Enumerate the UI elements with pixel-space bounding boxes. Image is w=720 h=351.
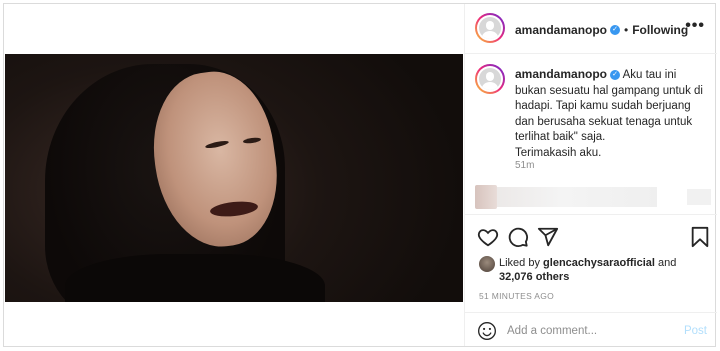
liker-avatar[interactable] <box>479 256 495 272</box>
post-card: amandamanopo ✓ • Following ••• amandamanopo… <box>3 3 717 347</box>
post-sidebar: amandamanopo ✓ • Following ••• amandamanopo… <box>464 4 717 346</box>
caption-text: amandamanopo ✓ Aku tau ini bukan sesuatu … <box>515 67 705 161</box>
more-icon[interactable]: ••• <box>685 18 705 34</box>
likes-count-line: 32,076 others <box>499 270 569 285</box>
following-button[interactable]: Following <box>632 23 688 37</box>
action-bar <box>465 214 717 254</box>
smiley-icon[interactable] <box>477 321 497 341</box>
caption-line: Terimakasih aku. <box>515 146 602 159</box>
likes-line: Liked by glencachysaraofficial and <box>499 256 676 271</box>
image-shoulder <box>65 254 325 302</box>
likes-count[interactable]: 32,076 others <box>499 271 569 283</box>
verified-icon: ✓ <box>610 24 621 35</box>
liker-username[interactable]: glencachysaraofficial <box>543 257 655 269</box>
post-button[interactable]: Post <box>684 325 707 337</box>
bookmark-icon[interactable] <box>689 226 711 248</box>
likes-prefix: Liked by <box>499 257 540 269</box>
verified-icon: ✓ <box>610 69 621 80</box>
comment-icon[interactable] <box>507 226 529 248</box>
heart-icon[interactable] <box>477 226 499 248</box>
caption-time: 51m <box>515 160 535 171</box>
header-meta: amandamanopo ✓ • Following <box>515 21 688 39</box>
caption-avatar[interactable] <box>475 64 505 94</box>
caption-block: amandamanopo ✓ Aku tau ini bukan sesuatu … <box>465 54 717 186</box>
post-image[interactable] <box>5 54 463 302</box>
posted-time[interactable]: 51 MINUTES AGO <box>479 291 554 301</box>
add-comment-bar: Post <box>465 312 717 346</box>
author-username[interactable]: amandamanopo <box>515 23 607 37</box>
separator-dot: • <box>624 23 629 37</box>
blurred-comment <box>475 182 711 210</box>
author-avatar[interactable] <box>475 13 505 43</box>
share-icon[interactable] <box>537 226 559 248</box>
likes-conjunction: and <box>658 257 677 269</box>
post-header: amandamanopo ✓ • Following ••• <box>465 4 717 54</box>
caption-username[interactable]: amandamanopo <box>515 67 607 81</box>
comment-input[interactable] <box>507 321 677 341</box>
